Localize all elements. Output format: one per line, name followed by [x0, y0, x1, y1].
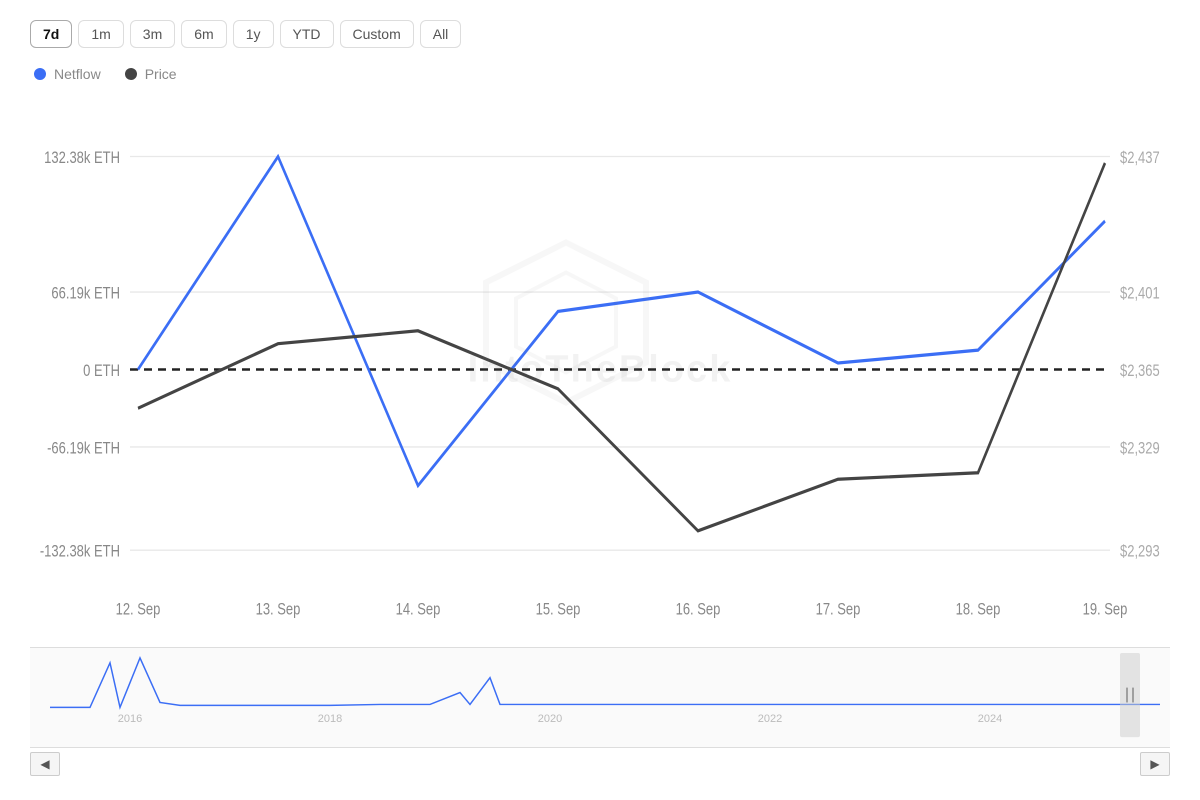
svg-text:2018: 2018 [318, 713, 342, 725]
svg-text:18. Sep: 18. Sep [956, 600, 1001, 619]
svg-text:12. Sep: 12. Sep [116, 600, 161, 619]
svg-text:$2,365: $2,365 [1120, 361, 1160, 380]
time-btn-all[interactable]: All [420, 20, 462, 48]
time-btn-1y[interactable]: 1y [233, 20, 274, 48]
svg-text:16. Sep: 16. Sep [676, 600, 721, 619]
legend-price: Price [125, 66, 177, 82]
svg-text:15. Sep: 15. Sep [536, 600, 581, 619]
svg-text:0 ETH: 0 ETH [83, 361, 120, 380]
svg-text:13. Sep: 13. Sep [256, 600, 301, 619]
time-btn-6m[interactable]: 6m [181, 20, 226, 48]
netflow-legend-dot [34, 68, 46, 80]
time-range-selector: 7d 1m 3m 6m 1y YTD Custom All [30, 20, 1170, 48]
mini-chart-container[interactable]: 2016 2018 2020 2022 2024 [30, 648, 1170, 748]
time-btn-7d[interactable]: 7d [30, 20, 72, 48]
nav-prev-button[interactable]: ◀ [30, 752, 60, 776]
time-btn-1m[interactable]: 1m [78, 20, 123, 48]
time-btn-3m[interactable]: 3m [130, 20, 175, 48]
svg-text:66.19k ETH: 66.19k ETH [51, 284, 120, 303]
svg-text:2022: 2022 [758, 713, 782, 725]
svg-text:2020: 2020 [538, 713, 562, 725]
chart-legend: Netflow Price [34, 66, 1170, 82]
svg-text:132.38k ETH: 132.38k ETH [44, 148, 120, 167]
svg-text:14. Sep: 14. Sep [396, 600, 441, 619]
svg-text:$2,293: $2,293 [1120, 542, 1160, 561]
svg-text:19. Sep: 19. Sep [1083, 600, 1128, 619]
svg-text:2024: 2024 [978, 713, 1002, 725]
main-chart-svg: 132.38k ETH 66.19k ETH 0 ETH -66.19k ETH… [30, 92, 1170, 647]
chart-wrapper: IntoTheBlock 132.38k ETH 66.19k ETH 0 ET… [30, 92, 1170, 780]
price-label: Price [145, 66, 177, 82]
svg-text:$2,401: $2,401 [1120, 284, 1160, 303]
svg-text:2016: 2016 [118, 713, 142, 725]
svg-text:$2,329: $2,329 [1120, 439, 1160, 458]
time-btn-ytd[interactable]: YTD [280, 20, 334, 48]
price-legend-dot [125, 68, 137, 80]
netflow-label: Netflow [54, 66, 101, 82]
nav-next-button[interactable]: ▶ [1140, 752, 1170, 776]
svg-text:-132.38k ETH: -132.38k ETH [40, 542, 120, 561]
chart-nav-row: ◀ ▶ [30, 748, 1170, 780]
mini-chart-svg: 2016 2018 2020 2022 2024 [30, 648, 1170, 747]
svg-text:-66.19k ETH: -66.19k ETH [47, 439, 120, 458]
time-btn-custom[interactable]: Custom [340, 20, 414, 48]
svg-text:17. Sep: 17. Sep [816, 600, 861, 619]
main-chart-container: IntoTheBlock 132.38k ETH 66.19k ETH 0 ET… [30, 92, 1170, 648]
legend-netflow: Netflow [34, 66, 101, 82]
svg-text:$2,437: $2,437 [1120, 148, 1160, 167]
